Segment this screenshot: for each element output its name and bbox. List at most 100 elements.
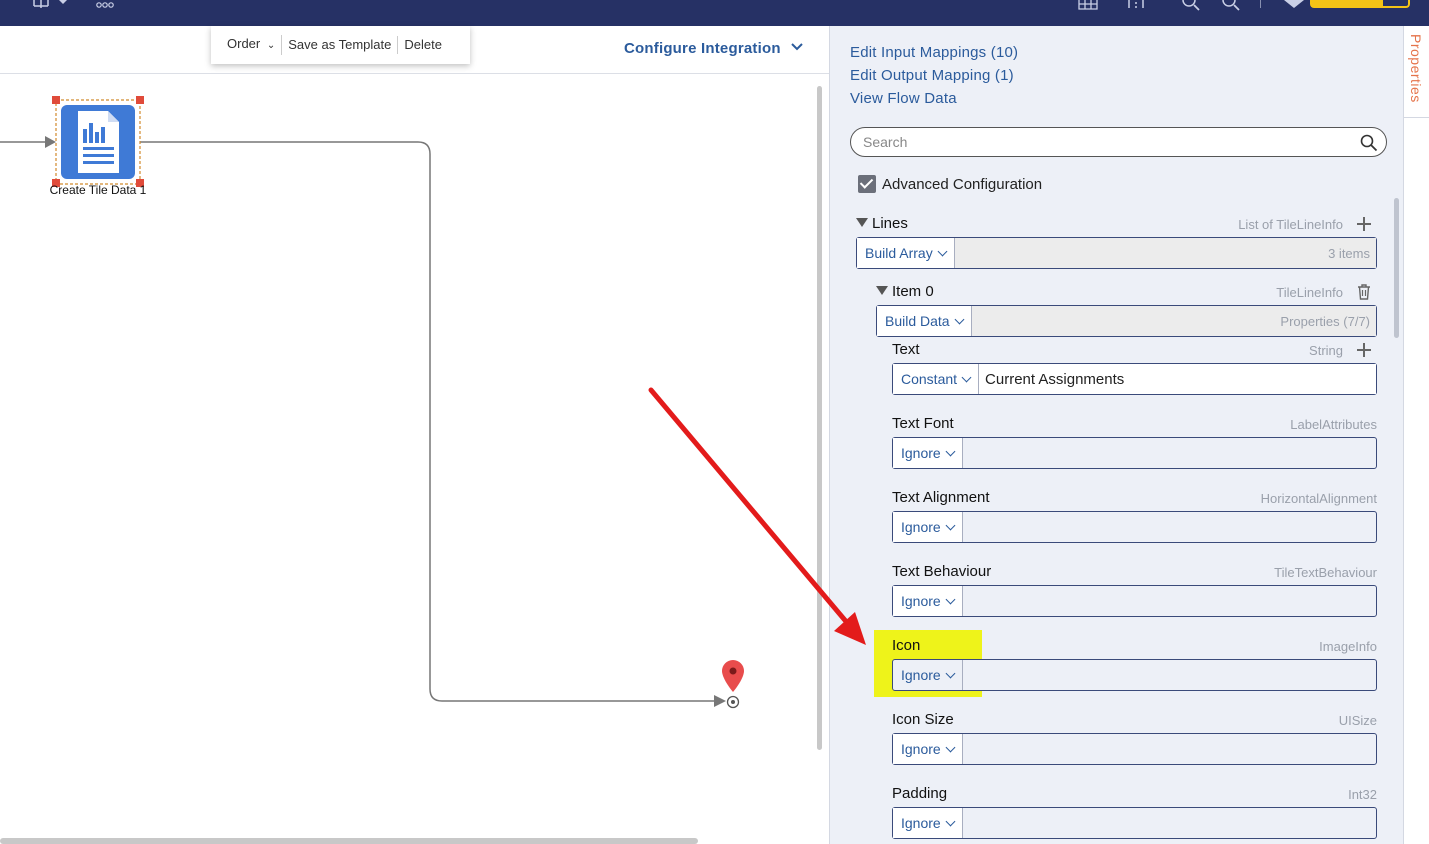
icon-size-mode-select[interactable]: Ignore — [893, 734, 963, 764]
item0-value: Properties (7/7) — [971, 306, 1376, 336]
save-as-template-button[interactable]: Save as Template — [282, 36, 399, 54]
progress-bar — [1310, 0, 1410, 8]
progress-fill — [1312, 0, 1384, 6]
text-alignment-type: HorizontalAlignment — [1260, 491, 1377, 506]
padding-mode-select[interactable]: Ignore — [893, 808, 963, 838]
chevron-down-icon — [945, 742, 956, 752]
chevron-down-icon — [961, 372, 972, 382]
chevron-down-icon — [945, 668, 956, 678]
chevron-down-icon — [937, 246, 948, 256]
chevron-down-icon — [954, 314, 965, 324]
text-alignment-field: Ignore — [892, 511, 1377, 543]
icon-size-label: Icon Size — [892, 711, 954, 728]
add-icon[interactable] — [1357, 217, 1371, 231]
mode-label: Ignore — [901, 667, 941, 683]
properties-tab-label: Properties — [1408, 34, 1424, 103]
edit-input-mappings-link[interactable]: Edit Input Mappings (10) — [850, 44, 1018, 61]
divider — [1260, 0, 1261, 8]
sitemap-icon[interactable] — [32, 0, 50, 10]
text-alignment-label: Text Alignment — [892, 489, 990, 506]
text-alignment-value-input[interactable] — [963, 512, 1376, 542]
text-mode-select[interactable]: Constant — [893, 364, 980, 394]
zoom-out-icon[interactable] — [1180, 0, 1200, 12]
padding-label: Padding — [892, 785, 948, 802]
edit-output-mapping-link[interactable]: Edit Output Mapping (1) — [850, 67, 1014, 84]
item0-label: Item 0 — [892, 283, 934, 300]
outgoing-arrowhead — [714, 695, 726, 707]
icon-mode-select[interactable]: Ignore — [893, 660, 963, 690]
heart-icon[interactable] — [1284, 0, 1304, 10]
collapse-triangle-icon[interactable] — [856, 218, 868, 227]
text-font-label: Text Font — [892, 415, 954, 432]
item0-mode-select[interactable]: Build Data — [877, 306, 972, 336]
node-toolbar: Order ⌄ Save as Template Delete — [211, 26, 470, 64]
text-font-value-input[interactable] — [963, 438, 1376, 468]
chevron-down-icon — [945, 816, 956, 826]
text-alignment-mode-select[interactable]: Ignore — [893, 512, 963, 542]
mode-label: Ignore — [901, 815, 941, 831]
text-behaviour-field: Ignore — [892, 585, 1377, 617]
padding-field: Ignore — [892, 807, 1377, 839]
grid-icon[interactable] — [1078, 0, 1098, 10]
padding-value-input[interactable] — [963, 808, 1376, 838]
lines-row-label[interactable]: Lines — [856, 215, 908, 232]
outgoing-connector — [140, 141, 722, 702]
icon-value-input[interactable] — [963, 660, 1376, 690]
lines-label: Lines — [872, 215, 908, 232]
trash-icon[interactable] — [1357, 284, 1371, 300]
text-field: Constant Current Assignments — [892, 363, 1377, 395]
text-behaviour-type: TileTextBehaviour — [1274, 565, 1377, 580]
icon-size-field: Ignore — [892, 733, 1377, 765]
item0-type: TileLineInfo — [1276, 285, 1343, 300]
text-behaviour-mode-select[interactable]: Ignore — [893, 586, 963, 616]
selection-handle — [136, 96, 144, 104]
flow-canvas[interactable]: Create Tile Data 1 Order ⌄ Save as Templ… — [0, 26, 829, 844]
icon-size-value-input[interactable] — [963, 734, 1376, 764]
advanced-configuration-toggle[interactable]: Advanced Configuration — [858, 175, 1042, 193]
canvas-horizontal-scrollbar[interactable] — [0, 838, 698, 844]
chevron-down-icon — [945, 594, 956, 604]
item0-field: Build Data Properties (7/7) — [876, 305, 1377, 337]
mode-label: Ignore — [901, 445, 941, 461]
configure-integration-button[interactable]: Configure Integration — [624, 40, 803, 57]
mode-label: Ignore — [901, 593, 941, 609]
mode-label: Build Data — [885, 313, 950, 329]
properties-tab[interactable]: Properties — [1403, 26, 1429, 118]
collapse-triangle-icon[interactable] — [876, 286, 888, 295]
text-behaviour-value-input[interactable] — [963, 586, 1376, 616]
add-icon[interactable] — [1357, 343, 1371, 357]
text-font-mode-select[interactable]: Ignore — [893, 438, 963, 468]
icon-field: Ignore — [892, 659, 1377, 691]
text-font-field: Ignore — [892, 437, 1377, 469]
one-to-one-icon[interactable] — [1126, 0, 1146, 10]
canvas-vertical-scrollbar[interactable] — [817, 86, 822, 750]
selection-handle — [52, 96, 60, 104]
text-font-type: LabelAttributes — [1290, 417, 1377, 432]
report-document-icon — [61, 105, 135, 179]
panel-scrollbar[interactable] — [1394, 198, 1399, 338]
search-icon[interactable] — [1360, 134, 1378, 152]
end-location-marker-icon — [722, 660, 744, 709]
order-button[interactable]: Order ⌄ — [221, 35, 283, 55]
advanced-label: Advanced Configuration — [882, 175, 1043, 193]
chevron-down-icon — [945, 446, 956, 456]
lines-mode-select[interactable]: Build Array — [857, 238, 955, 268]
org-chart-icon[interactable] — [96, 0, 114, 10]
node-label[interactable]: Create Tile Data 1 — [30, 183, 166, 197]
mode-label: Constant — [901, 371, 958, 387]
dropdown-caret-icon[interactable] — [59, 0, 67, 6]
delete-button[interactable]: Delete — [398, 36, 448, 54]
mode-label: Ignore — [901, 741, 941, 757]
side-strip — [1403, 118, 1429, 844]
padding-type: Int32 — [1348, 787, 1377, 802]
flow-connectors — [0, 96, 744, 709]
configure-integration-label: Configure Integration — [624, 40, 781, 57]
item0-row-label[interactable]: Item 0 — [876, 283, 934, 300]
zoom-in-icon[interactable] — [1220, 0, 1240, 12]
advanced-checkbox[interactable] — [858, 175, 876, 193]
order-label: Order — [227, 36, 261, 51]
lines-value: 3 items — [954, 238, 1376, 268]
view-flow-data-link[interactable]: View Flow Data — [850, 90, 957, 107]
search-input[interactable]: Search — [850, 127, 1387, 157]
text-value-input[interactable]: Current Assignments — [979, 364, 1376, 394]
